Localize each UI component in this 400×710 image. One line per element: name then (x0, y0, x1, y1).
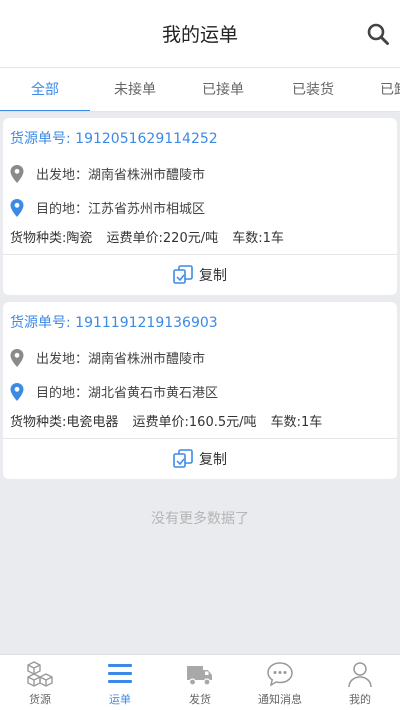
nav-label: 我的 (349, 693, 371, 706)
location-pin-icon (10, 198, 24, 217)
nav-label: 发货 (189, 693, 211, 706)
unit-price: 运费单价:160.5元/吨 (132, 415, 257, 430)
destination-text: 目的地：湖北省黄石市黄石港区 (36, 386, 219, 401)
copy-button[interactable]: 复制 (3, 439, 397, 479)
unit-price: 运费单价:220元/吨 (106, 231, 219, 246)
origin-row: 出发地：湖南省株洲市醴陵市 (10, 164, 205, 183)
chat-icon (267, 662, 293, 687)
location-pin-icon (10, 348, 24, 367)
truck-icon (187, 666, 212, 686)
destination-text: 目的地：江苏省苏州市相城区 (36, 202, 206, 217)
copy-label: 复制 (199, 268, 227, 284)
copy-icon (173, 265, 193, 284)
copy-button[interactable]: 复制 (3, 255, 397, 295)
nav-item-profile[interactable]: 我的 (320, 655, 400, 710)
nav-label: 通知消息 (258, 693, 302, 706)
copy-label: 复制 (199, 452, 227, 468)
tab-unloaded[interactable]: 已卸货 (358, 68, 400, 111)
order-card[interactable]: 货源单号: 1912051629114252 出发地：湖南省株洲市醴陵市 目的地… (3, 118, 397, 295)
user-icon (348, 662, 372, 688)
bottom-nav: 货源 运单 发货 通知消息 我的 (0, 654, 400, 710)
nav-label: 运单 (109, 693, 131, 706)
status-tabs: 全部 未接单 已接单 已装货 已卸货 (0, 68, 400, 112)
tab-not-accepted[interactable]: 未接单 (90, 68, 180, 111)
nav-item-waybill[interactable]: 运单 (80, 655, 160, 710)
cargo-info: 货物种类:陶瓷 运费单价:220元/吨 车数:1车 (10, 227, 294, 246)
truck-count: 车数:1车 (232, 231, 284, 246)
tab-all[interactable]: 全部 (0, 68, 90, 111)
origin-row: 出发地：湖南省株洲市醴陵市 (10, 348, 205, 367)
cubes-icon (27, 661, 53, 687)
location-pin-icon (10, 382, 24, 401)
no-more-data-text: 没有更多数据了 (151, 511, 249, 527)
truck-count: 车数:1车 (270, 415, 323, 430)
search-icon[interactable] (366, 22, 390, 46)
tab-loaded[interactable]: 已装货 (268, 68, 358, 111)
cargo-info: 货物种类:电瓷电器 运费单价:160.5元/吨 车数:1车 (10, 411, 332, 430)
cargo-type: 货物种类:电瓷电器 (10, 415, 119, 430)
origin-text: 出发地：湖南省株洲市醴陵市 (36, 168, 206, 183)
page-title: 我的运单 (161, 24, 238, 46)
destination-row: 目的地：江苏省苏州市相城区 (10, 198, 205, 217)
tab-accepted[interactable]: 已接单 (178, 68, 268, 111)
cargo-type: 货物种类:陶瓷 (10, 231, 93, 246)
location-pin-icon (10, 164, 24, 183)
nav-item-supply[interactable]: 货源 (0, 655, 80, 710)
destination-row: 目的地：湖北省黄石市黄石港区 (10, 382, 218, 401)
top-bar: 我的运单 (0, 0, 400, 68)
order-number: 货源单号: 1912051629114252 (10, 131, 218, 147)
origin-text: 出发地：湖南省株洲市醴陵市 (36, 352, 206, 367)
nav-label: 货源 (29, 693, 51, 706)
order-number: 货源单号: 1911191219136903 (10, 315, 218, 331)
copy-icon (173, 449, 193, 468)
order-card[interactable]: 货源单号: 1911191219136903 出发地：湖南省株洲市醴陵市 目的地… (3, 302, 397, 479)
nav-item-notifications[interactable]: 通知消息 (240, 655, 320, 710)
list-icon (108, 664, 132, 683)
nav-item-ship[interactable]: 发货 (160, 655, 240, 710)
